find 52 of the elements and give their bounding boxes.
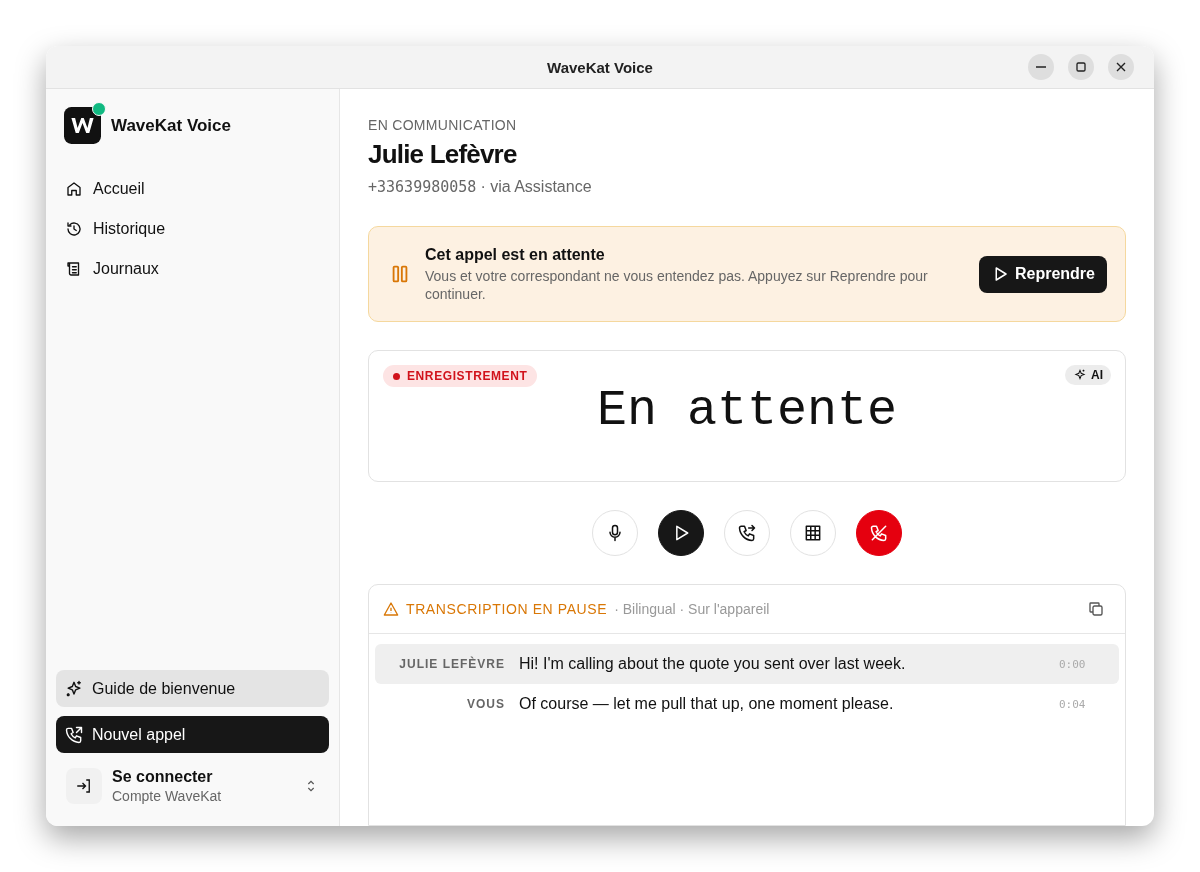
keypad-button[interactable] [790, 510, 836, 556]
welcome-guide-button[interactable]: Guide de bienvenue [56, 670, 329, 707]
nav-item[interactable]: Accueil [56, 172, 329, 206]
new-call-button[interactable]: Nouvel appel [56, 716, 329, 753]
hold-message: Vous et votre correspondant ne vous entendez pas. Appuyez sur Reprendre pour continuer. [425, 266, 929, 303]
speaker-label: JULIE LEFÈVRE [398, 657, 505, 671]
timestamp: 0:00 [1059, 657, 1087, 671]
transcript-details: · Bilingual · Sur l'appareil [614, 601, 770, 617]
minimize-icon [1036, 66, 1046, 68]
account-subtitle: Compte WaveKat [112, 788, 223, 804]
minimize-button[interactable] [1028, 54, 1054, 80]
window-title: WaveKat Voice [547, 58, 653, 76]
display-text: En attente [596, 381, 898, 439]
sparkles-icon [1073, 368, 1087, 382]
microphone-button[interactable] [592, 510, 638, 556]
warning-icon [383, 601, 399, 617]
transcript-text: Hi! I'm calling about the quote you sent over last week. [519, 655, 907, 673]
transcript-row[interactable]: VOUS Of course — let me pull that up, one moment please. 0:04 [375, 684, 1119, 724]
speaker-label: VOUS [466, 697, 505, 711]
nav-item[interactable]: Historique [56, 212, 329, 246]
nav-item[interactable]: Journaux [56, 252, 329, 286]
nav-icon [65, 180, 83, 198]
close-button[interactable] [1108, 54, 1134, 80]
timestamp: 0:04 [1059, 697, 1087, 711]
recording-badge: ENREGISTREMENT [383, 365, 538, 387]
keypad-icon [803, 523, 823, 543]
sparkles-icon [64, 678, 84, 699]
app-name: WaveKat Voice [111, 115, 231, 136]
copy-button[interactable] [1087, 600, 1105, 618]
phone-forward-icon [737, 523, 757, 543]
caller-name: Julie Lefèvre [368, 139, 518, 170]
maximize-icon [1073, 59, 1089, 75]
transcript-status: TRANSCRIPTION EN PAUSE [406, 601, 608, 617]
resume-button[interactable]: Reprendre [978, 255, 1107, 293]
phone-off-icon [869, 523, 889, 543]
nav-icon [65, 220, 83, 238]
call-route: · via Assistance [480, 178, 592, 196]
play-button[interactable] [658, 510, 704, 556]
call-status: EN COMMUNICATION [368, 117, 518, 133]
app-logo [64, 107, 101, 144]
sign-in-icon [66, 768, 102, 804]
phone-number: +33639980058 [368, 178, 477, 196]
transfer-call-button[interactable] [724, 510, 770, 556]
hold-title: Cet appel est en attente [425, 245, 606, 264]
hang-up-button[interactable] [856, 510, 902, 556]
transcript-text: Of course — let me pull that up, one moment please. [519, 695, 895, 713]
phone-icon [64, 724, 84, 745]
maximize-button[interactable] [1068, 54, 1094, 80]
account-switcher[interactable]: Se connecter Compte WaveKat [56, 762, 329, 810]
ai-badge[interactable]: AI [1065, 365, 1111, 385]
transcript-row[interactable]: JULIE LEFÈVRE Hi! I'm calling about the quote you sent over last week. 0:00 [375, 644, 1119, 684]
account-title: Se connecter [112, 768, 214, 786]
